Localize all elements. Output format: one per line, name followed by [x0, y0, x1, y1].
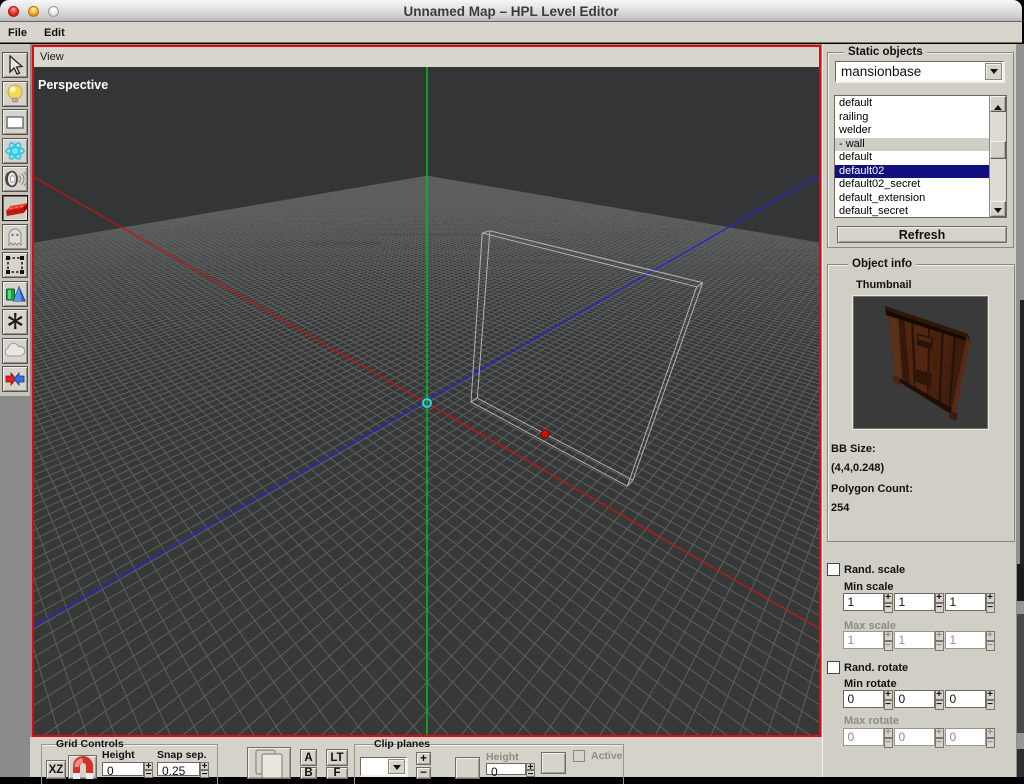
- svg-text:Perspective: Perspective: [38, 78, 108, 92]
